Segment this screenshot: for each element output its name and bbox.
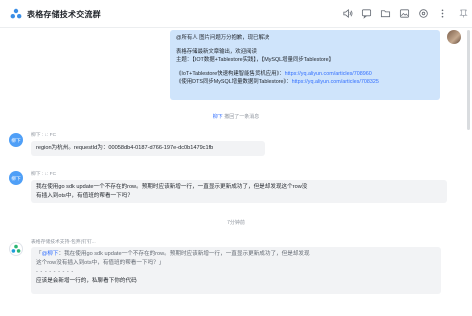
recall-user[interactable]: 柳下 (213, 114, 223, 120)
avatar[interactable]: 柳下 (9, 133, 23, 147)
article-title: 《IoT+Tablestore快速构建智能售货机应用》： (176, 71, 285, 77)
message-bubble: region为杭州。requestId为：00058db4-0187-d766-… (31, 141, 265, 156)
chat-header: 表格存储技术交流群 (0, 0, 472, 28)
sender-name: 柳下 : ↓: FC (31, 172, 57, 177)
my-avatar[interactable] (447, 30, 461, 44)
recall-notice: 柳下 撤回了一条消息 (0, 113, 472, 120)
my-message-bubble: @所有人 图片问题万分抱歉，现已解决 表格存储最新文章输出，欢迎阅读 主题：【I… (170, 30, 440, 100)
quoted-message: 「@柳下：我在使用go sdk update一个不存在的row。预期时应该新增一… (36, 250, 436, 259)
chat-icon[interactable] (361, 8, 372, 19)
message-line: 主题：【IOT数据+Tablestore实践】，【MySQL增量同步Tables… (176, 57, 334, 63)
article-title: 《使用DTS同步MySQL增量数据到Tablestore》： (176, 79, 292, 85)
pin-icon[interactable] (459, 9, 468, 18)
message-text: 有插入到ots中，有值班的帮看一下吗？ (36, 193, 133, 199)
message-line: 《使用DTS同步MySQL增量数据到Tablestore》：https://yq… (176, 78, 434, 86)
quote-text: 这个row没有插入到ots中，有值班的帮看一下吗？」 (36, 260, 165, 266)
quote-text: ：我在使用go sdk update一个不存在的row。预期时应该新增一行，一直… (58, 251, 310, 257)
chat-title: 表格存储技术交流群 (27, 10, 101, 19)
message-text: region为杭州。requestId为：00058db4-0187-d766-… (36, 145, 214, 151)
sender-name: 表格存储技术支持-包弃(钉钉... (31, 240, 96, 245)
speaker-icon[interactable] (342, 8, 353, 19)
header-toolbar (342, 8, 448, 19)
mention[interactable]: @柳下 (42, 251, 59, 257)
sender-name: 柳下 : ↓: FC (31, 133, 57, 138)
recall-text: 撤回了一条消息 (224, 114, 260, 120)
article-link[interactable]: https://yq.aliyun.com/articles/708325 (292, 79, 379, 85)
bot-avatar[interactable] (9, 242, 23, 256)
message-text: 我在使用go sdk update一个不存在的row。预期时应该新增一行，一直显… (36, 184, 308, 190)
settings-icon[interactable] (418, 8, 429, 19)
message-text: 应该是会新增一行的，私聊看下你的代码 (36, 278, 137, 284)
time-divider: 7分钟前 (227, 220, 245, 226)
message-line: @所有人 图片问题万分抱歉，现已解决 (176, 35, 270, 41)
group-logo-icon (10, 8, 22, 20)
folder-icon[interactable] (380, 8, 391, 19)
message-line: 表格存储最新文章输出，欢迎阅读 (176, 49, 257, 55)
quote-divider: - - - - - - - - - (36, 269, 74, 275)
avatar[interactable]: 柳下 (9, 171, 23, 185)
message-line: 《IoT+Tablestore快速构建智能售货机应用》：https://yq.a… (176, 70, 434, 78)
more-icon[interactable] (437, 8, 448, 19)
message-bubble: 「@柳下：我在使用go sdk update一个不存在的row。预期时应该新增一… (31, 247, 441, 294)
bot-logo-icon (11, 244, 21, 253)
message-bubble: 我在使用go sdk update一个不存在的row。预期时应该新增一行，一直显… (31, 180, 447, 203)
image-icon[interactable] (399, 8, 410, 19)
article-link[interactable]: https://yq.aliyun.com/articles/708960 (285, 71, 372, 77)
